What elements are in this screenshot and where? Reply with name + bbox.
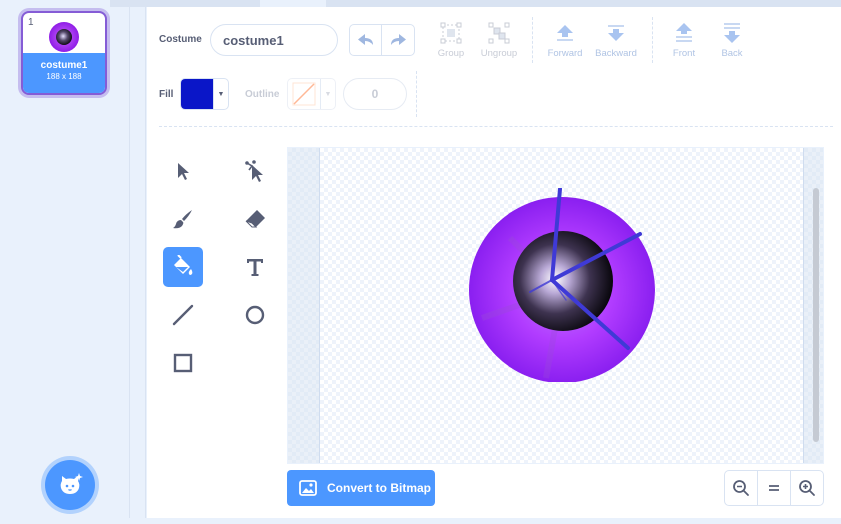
group-icon [440, 22, 462, 44]
undo-redo-group [349, 24, 415, 56]
ungroup-button[interactable]: Ungroup [474, 22, 524, 59]
forward-label: Forward [547, 48, 583, 59]
zoom-in-icon [799, 480, 815, 496]
zoom-reset-button[interactable] [757, 471, 790, 505]
costume-tile[interactable]: 1 costume1 188 x 188 [21, 11, 107, 95]
front-button[interactable]: Front [659, 22, 709, 59]
tab-stub[interactable] [260, 0, 326, 7]
fill-tool[interactable] [163, 247, 203, 287]
bitmap-icon [299, 480, 317, 496]
select-tool[interactable] [163, 151, 203, 191]
redo-button[interactable] [382, 25, 414, 55]
fill-icon [174, 255, 193, 275]
brush-icon [173, 210, 192, 229]
outline-color-picker[interactable]: ▼ [287, 78, 336, 110]
reshape-icon [245, 160, 263, 182]
undo-icon [357, 34, 373, 45]
text-tool[interactable] [235, 247, 275, 287]
cat-add-icon [60, 473, 83, 494]
select-icon [178, 163, 189, 180]
canvas-margin-left [288, 148, 320, 463]
zoom-out-button[interactable] [725, 471, 757, 505]
top-tab-strip [110, 0, 841, 7]
fill-label: Fill [159, 89, 174, 100]
undo-button[interactable] [350, 25, 382, 55]
costume-number: 1 [28, 17, 34, 28]
rectangle-icon [173, 353, 193, 373]
convert-to-bitmap-label: Convert to Bitmap [327, 481, 432, 495]
bottom-strip [0, 518, 841, 524]
zoom-reset-icon [769, 485, 779, 491]
costume-tile-footer: costume1 188 x 188 [23, 53, 105, 93]
line-tool[interactable] [163, 295, 203, 335]
front-icon [676, 23, 692, 42]
no-color-icon [292, 82, 316, 106]
convert-to-bitmap-button[interactable]: Convert to Bitmap [287, 470, 435, 506]
eye-drawing[interactable] [468, 188, 656, 382]
fill-dropdown-caret-icon[interactable]: ▼ [213, 79, 228, 109]
paint-canvas[interactable] [287, 147, 824, 464]
outline-width-input[interactable] [343, 78, 407, 110]
text-icon [247, 259, 263, 276]
costume-tile-name: costume1 [40, 60, 88, 71]
canvas-scrollbar[interactable] [813, 188, 819, 442]
toolbar-separator [416, 71, 417, 117]
forward-button[interactable]: Forward [540, 22, 590, 59]
costume-label: Costume [159, 34, 202, 45]
costume-list: 1 costume1 188 x 188 [0, 0, 130, 524]
back-button[interactable]: Back [707, 22, 757, 59]
ungroup-icon [488, 22, 510, 44]
group-button[interactable]: Group [426, 22, 476, 59]
fill-color-picker[interactable]: ▼ [180, 78, 229, 110]
back-label: Back [721, 48, 743, 59]
line-icon [172, 304, 194, 326]
front-label: Front [672, 48, 696, 59]
eraser-tool[interactable] [235, 199, 275, 239]
outline-dropdown-caret-icon[interactable]: ▼ [320, 79, 335, 109]
toolbar-separator [532, 17, 533, 63]
zoom-out-icon [733, 480, 749, 496]
list-scrollbar-gutter [130, 0, 146, 518]
reshape-tool[interactable] [235, 151, 275, 191]
toolbar-divider [159, 126, 833, 127]
backward-label: Backward [595, 48, 637, 59]
ungroup-label: Ungroup [480, 48, 518, 59]
costume-tile-size: 188 x 188 [46, 72, 82, 81]
costume-name-input[interactable] [210, 24, 338, 56]
forward-icon [557, 25, 573, 41]
backward-icon [608, 25, 624, 41]
backward-button[interactable]: Backward [590, 22, 642, 59]
eraser-icon [245, 210, 265, 228]
fill-swatch[interactable] [181, 79, 213, 109]
zoom-controls [724, 470, 824, 506]
group-label: Group [437, 48, 465, 59]
rectangle-tool[interactable] [163, 343, 203, 383]
outline-label: Outline [245, 89, 280, 100]
brush-tool[interactable] [163, 199, 203, 239]
costume-thumbnail [49, 22, 79, 52]
outline-swatch[interactable] [288, 79, 320, 109]
toolbar-separator [652, 17, 653, 63]
back-icon [724, 23, 740, 43]
redo-icon [391, 34, 406, 45]
add-costume-button[interactable] [45, 460, 95, 510]
circle-tool[interactable] [235, 295, 275, 335]
zoom-in-button[interactable] [790, 471, 823, 505]
paint-editor: Costume Group Ungroup Forward Backward F… [147, 7, 841, 518]
circle-icon [245, 305, 265, 325]
